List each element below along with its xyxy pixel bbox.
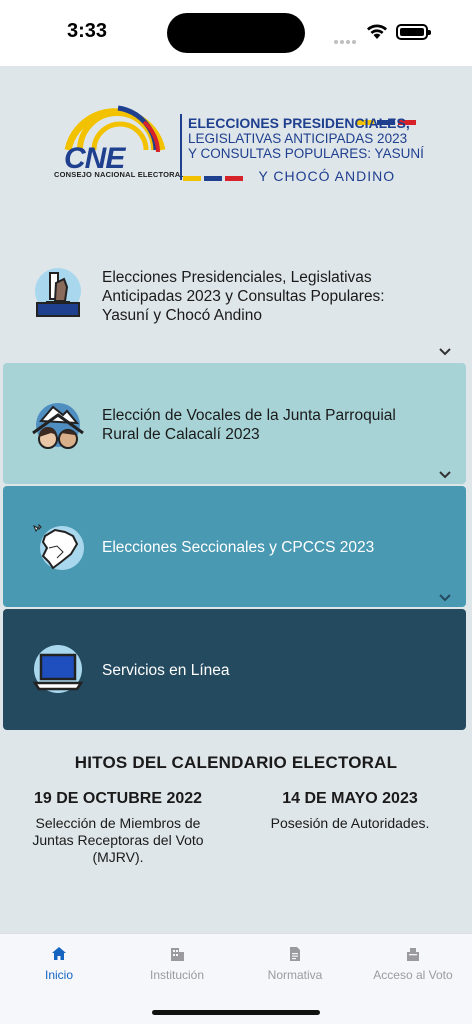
ecuador-map-icon bbox=[33, 523, 84, 570]
card3-line-1: Elecciones Seccionales y CPCCS 2023 bbox=[102, 539, 375, 556]
tab-label: Normativa bbox=[267, 968, 323, 982]
card2-line-1: Elección de Vocales de la Junta Parroqui… bbox=[102, 407, 396, 424]
calendar-item: 19 DE OCTUBRE 2022 Selección de Miembros… bbox=[18, 790, 218, 866]
card1-line-2: Anticipadas 2023 y Consultas Populares: bbox=[102, 288, 385, 305]
flag-stripes-bottom: Y CHOCÓ ANDINO bbox=[183, 168, 395, 186]
logo-line-4: Y CHOCÓ ANDINO bbox=[258, 168, 396, 184]
calendar-date: 14 DE MAYO 2023 bbox=[282, 790, 418, 807]
tab-normativa[interactable]: Normativa bbox=[236, 946, 354, 982]
logo-line-1: ELECCIONES PRESIDENCIALES, bbox=[188, 115, 410, 131]
tab-acceso-al-voto[interactable]: Acceso al Voto bbox=[354, 946, 472, 982]
ballot-box-icon bbox=[35, 268, 81, 317]
chevron-down-icon[interactable] bbox=[438, 468, 452, 482]
wifi-icon bbox=[367, 24, 387, 39]
tab-inicio[interactable]: Inicio bbox=[0, 946, 118, 982]
tab-label: Inicio bbox=[44, 968, 73, 982]
logo-line-3: Y CONSULTAS POPULARES: YASUNÍ bbox=[188, 146, 424, 161]
dynamic-island bbox=[167, 13, 305, 53]
card2-line-2: Rural de Calacalí 2023 bbox=[102, 426, 260, 443]
calendar-date: 19 DE OCTUBRE 2022 bbox=[33, 790, 203, 807]
building-icon bbox=[171, 948, 184, 961]
card1-line-1: Elecciones Presidenciales, Legislativas bbox=[102, 269, 372, 286]
logo-line-2: LEGISLATIVAS ANTICIPADAS 2023 bbox=[188, 131, 408, 146]
battery-icon bbox=[396, 24, 431, 40]
document-icon bbox=[290, 947, 300, 961]
tab-label: Institución bbox=[149, 968, 205, 982]
card-servicios-en-linea[interactable]: Servicios en Línea bbox=[3, 609, 466, 730]
home-indicator[interactable] bbox=[152, 1010, 320, 1015]
calendar-desc-line-3: (MJRV). bbox=[92, 849, 144, 865]
ballot-icon bbox=[407, 948, 419, 961]
chevron-down-icon[interactable] bbox=[438, 345, 452, 359]
calendar-desc-line-1: Posesión de Autoridades. bbox=[270, 815, 430, 831]
logo-divider bbox=[180, 114, 182, 180]
card-vocales-calacali[interactable]: Elección de Vocales de la Junta Parroqui… bbox=[3, 363, 466, 484]
tab-label: Acceso al Voto bbox=[373, 968, 453, 982]
card1-line-3: Yasuní y Chocó Andino bbox=[102, 307, 262, 324]
chevron-down-icon[interactable] bbox=[438, 591, 452, 605]
status-time: 3:33 bbox=[67, 20, 108, 42]
card-elecciones-presidenciales[interactable]: Elecciones Presidenciales, Legislativas … bbox=[3, 241, 466, 362]
calendar-desc-line-1: Selección de Miembros de bbox=[35, 815, 201, 831]
calendar-item: 14 DE MAYO 2023 Posesión de Autoridades. bbox=[250, 790, 450, 832]
community-icon bbox=[32, 403, 84, 449]
cne-logo: CNE CONSEJO NACIONAL ELECTORAL ELECCIONE… bbox=[50, 100, 424, 186]
calendar-title: HITOS DEL CALENDARIO ELECTORAL bbox=[74, 753, 398, 772]
signal-icon bbox=[334, 31, 358, 49]
home-icon bbox=[52, 947, 66, 960]
status-bar: 3:33 bbox=[0, 0, 472, 66]
card4-line-1: Servicios en Línea bbox=[102, 662, 230, 679]
calendar-desc-line-2: Juntas Receptoras del Voto bbox=[32, 832, 204, 848]
tab-institucion[interactable]: Institución bbox=[118, 946, 236, 982]
cne-org-name: CONSEJO NACIONAL ELECTORAL bbox=[54, 170, 186, 179]
logo-title: ELECCIONES PRESIDENCIALES, LEGISLATIVAS … bbox=[188, 115, 424, 162]
card-elecciones-seccionales[interactable]: Elecciones Seccionales y CPCCS 2023 bbox=[3, 486, 466, 607]
laptop-icon bbox=[32, 645, 84, 693]
